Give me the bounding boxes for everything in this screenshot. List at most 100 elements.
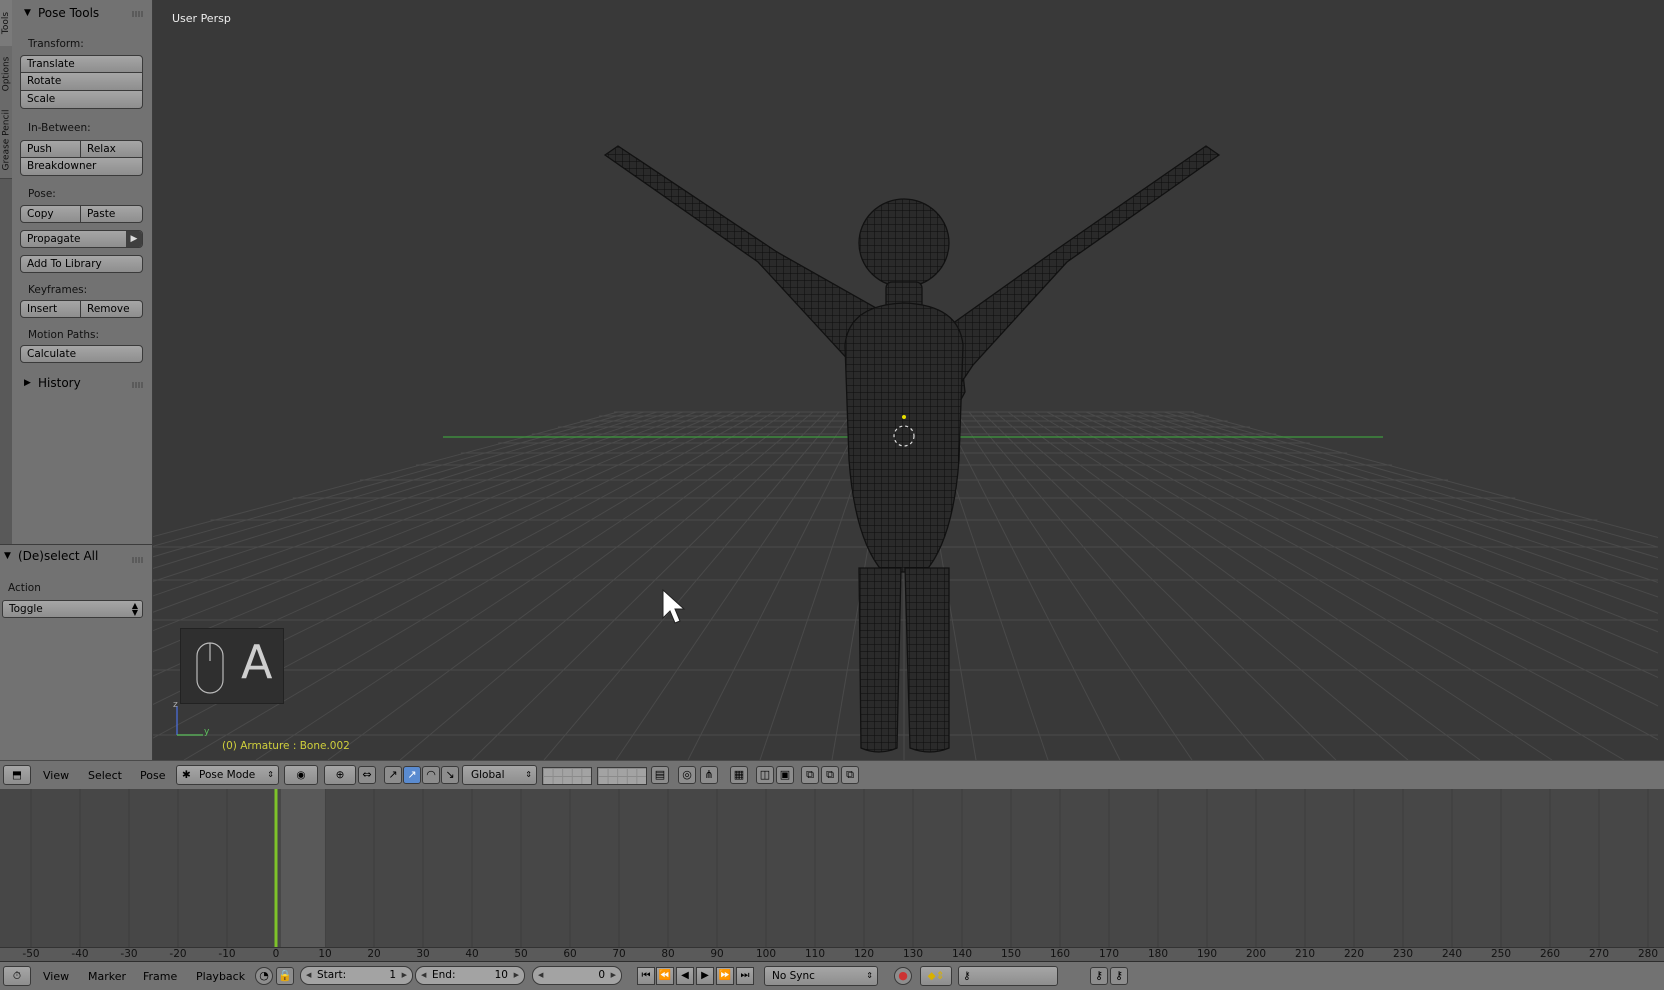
relax-button[interactable]: Relax <box>81 140 143 158</box>
insert-keyframe-button[interactable]: Insert <box>20 300 81 318</box>
record-icon[interactable]: ● <box>894 967 912 985</box>
manipulator-rotate-icon[interactable]: ◠ <box>422 766 440 784</box>
frame-tick-label: 50 <box>514 948 528 960</box>
pose-tools-panel-header[interactable]: ▼ Pose Tools <box>12 2 152 24</box>
paste-pose-icon[interactable]: ⧉ <box>821 766 839 784</box>
keying-mode-select[interactable]: ◆⇕ <box>920 966 952 986</box>
increment-arrow-icon[interactable]: ▶ <box>514 967 519 984</box>
snap-icon[interactable]: ⋔ <box>700 766 718 784</box>
frame-ruler-labels: -50 -40 -30 -20 -10 0 10 20 30 40 50 60 70 80 90 100 110… <box>0 947 1664 961</box>
tab-grease-pencil[interactable]: Grease Pencil <box>0 102 12 179</box>
paste-flipped-pose-icon[interactable]: ⧉ <box>841 766 859 784</box>
add-to-library-button[interactable]: Add To Library <box>20 255 143 273</box>
pivot-point-select[interactable]: ⊕ <box>324 765 356 785</box>
sync-mode-select[interactable]: No Sync ⇕ <box>764 966 878 986</box>
sync-value: No Sync <box>772 970 815 982</box>
menu-view[interactable]: View <box>43 970 69 983</box>
end-frame-field[interactable]: ◀ End: 10 ▶ <box>415 966 525 985</box>
panel-drag-handle-icon[interactable] <box>132 557 144 563</box>
frame-tick-label: -10 <box>218 948 236 960</box>
menu-frame[interactable]: Frame <box>143 970 177 983</box>
menu-view[interactable]: View <box>43 769 69 782</box>
panel-drag-handle-icon[interactable] <box>132 382 144 388</box>
play-icon[interactable]: ▶ <box>696 967 714 985</box>
timeline-editor[interactable]: -50 -40 -30 -20 -10 0 10 20 30 40 50 60 70 80 90 100 110… <box>0 789 1664 961</box>
preview-range-icon[interactable]: ◔ <box>255 967 273 985</box>
tab-options[interactable]: Options <box>0 46 12 103</box>
panel-drag-handle-icon[interactable] <box>132 11 144 17</box>
history-title: History <box>38 376 81 390</box>
increment-arrow-icon[interactable]: ▶ <box>402 967 407 984</box>
viewport-status: (0) Armature : Bone.002 <box>222 740 350 752</box>
transform-orientation-select[interactable]: Global ⇕ <box>462 765 537 785</box>
jump-next-keyframe-icon[interactable]: ⏩ <box>716 967 734 985</box>
decrement-arrow-icon[interactable]: ◀ <box>306 967 311 984</box>
lock-range-icon[interactable]: 🔒 <box>276 967 294 985</box>
viewport-shading-select[interactable]: ◉ <box>284 765 318 785</box>
delete-keyframe-icon[interactable]: ⚷ <box>1110 967 1128 985</box>
increment-arrow-icon[interactable]: ▶ <box>611 967 616 984</box>
decrement-arrow-icon[interactable]: ◀ <box>538 967 543 984</box>
history-panel-header[interactable]: ▶ History <box>12 372 152 394</box>
jump-prev-keyframe-icon[interactable]: ⏪ <box>656 967 674 985</box>
tab-tools[interactable]: Tools <box>0 0 12 47</box>
layers-grid-1[interactable] <box>542 767 592 785</box>
editor-type-button[interactable]: ⬒ <box>3 765 31 785</box>
menu-playback[interactable]: Playback <box>196 970 245 983</box>
menu-select[interactable]: Select <box>88 769 122 782</box>
frame-tick-label: 60 <box>563 948 577 960</box>
proportional-edit-icon[interactable]: ◎ <box>678 766 696 784</box>
manipulator-translate-active-icon[interactable]: ↗ <box>403 766 421 784</box>
action-label: Action <box>8 582 41 594</box>
frame-tick-label: 250 <box>1490 948 1512 960</box>
propagate-button[interactable]: Propagate ▶ <box>20 230 143 248</box>
rotate-button[interactable]: Rotate <box>20 73 143 91</box>
up-down-arrows-icon: ⇕ <box>525 770 532 779</box>
keying-set-field[interactable]: ⚷ <box>958 966 1058 986</box>
render-animation-icon[interactable]: ▣ <box>776 766 794 784</box>
play-reverse-icon[interactable]: ◀ <box>676 967 694 985</box>
lock-layers-icon[interactable]: ▤ <box>651 766 669 784</box>
mode-select[interactable]: ✱ Pose Mode ⇕ <box>176 765 279 785</box>
paste-button[interactable]: Paste <box>81 205 143 223</box>
decrement-arrow-icon[interactable]: ◀ <box>421 967 426 984</box>
end-value: 10 <box>494 969 508 981</box>
calculate-button[interactable]: Calculate <box>20 345 143 363</box>
translate-button[interactable]: Translate <box>20 55 143 73</box>
remove-keyframe-button[interactable]: Remove <box>81 300 143 318</box>
frame-tick-label: 130 <box>902 948 924 960</box>
floor-grid-line <box>471 411 827 760</box>
breakdowner-button[interactable]: Breakdowner <box>20 158 143 176</box>
menu-pose[interactable]: Pose <box>140 769 165 782</box>
manipulator-translate-icon[interactable]: ↗ <box>384 766 402 784</box>
manipulator-scale-icon[interactable]: ↘ <box>441 766 459 784</box>
jump-start-icon[interactable]: ⏮ <box>637 967 655 985</box>
frame-tick-label: 270 <box>1588 948 1610 960</box>
action-select[interactable]: Toggle ▲ ▼ <box>2 600 143 618</box>
jump-end-icon[interactable]: ⏭ <box>736 967 754 985</box>
up-down-arrows-icon: ⇕ <box>267 770 274 779</box>
scale-button[interactable]: Scale <box>20 91 143 109</box>
render-image-icon[interactable]: ◫ <box>756 766 774 784</box>
frame-tick-label: 260 <box>1539 948 1561 960</box>
insert-keyframe-icon[interactable]: ⚷ <box>1090 967 1108 985</box>
editor-type-button[interactable]: ⏱ <box>3 966 31 986</box>
layers-grid-2[interactable] <box>597 767 647 785</box>
start-frame-field[interactable]: ◀ Start: 1 ▶ <box>300 966 413 985</box>
menu-marker[interactable]: Marker <box>88 970 126 983</box>
manipulator-toggle-icon[interactable]: ⇔ <box>358 766 376 784</box>
copy-pose-icon[interactable]: ⧉ <box>801 766 819 784</box>
floor-grid-line <box>968 411 1265 760</box>
3d-viewport[interactable]: z y User Persp A (0) Armature : Bone.002 <box>153 0 1658 760</box>
operator-panel-header[interactable]: ▼ (De)select All <box>0 545 140 567</box>
snap-element-icon[interactable]: ▦ <box>730 766 748 784</box>
menu-arrow-icon[interactable]: ▶ <box>126 231 142 247</box>
push-button[interactable]: Push <box>20 140 81 158</box>
copy-button[interactable]: Copy <box>20 205 81 223</box>
pressed-key: A <box>241 635 273 689</box>
frame-tick-label: 30 <box>416 948 430 960</box>
current-frame-field[interactable]: ◀ 0 ▶ <box>532 966 622 985</box>
floor-grid-line <box>153 411 749 706</box>
timeline-canvas[interactable] <box>0 789 1664 961</box>
3d-scene[interactable]: z y <box>153 0 1658 760</box>
